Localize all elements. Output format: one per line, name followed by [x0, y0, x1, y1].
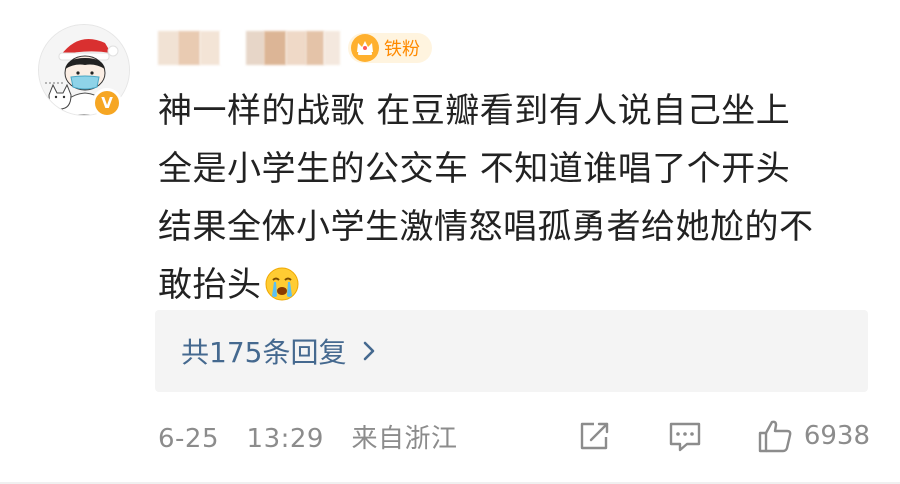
fan-badge-label: 铁粉	[384, 39, 420, 60]
replies-count-label: 共175条回复	[181, 336, 347, 369]
share-button[interactable]	[576, 417, 614, 455]
comment-line-last: 敢抬头	[158, 256, 858, 314]
view-replies-button[interactable]: 共175条回复	[155, 310, 868, 392]
crown-icon	[351, 34, 379, 62]
comment-line: 结果全体小学生激情怒唱孤勇者给她尬的不	[158, 207, 814, 247]
mosaic-block	[324, 31, 340, 65]
comment-footer: 6-25 13:29 来自浙江 6938	[158, 412, 870, 460]
like-count: 6938	[803, 421, 870, 451]
share-icon	[580, 422, 609, 450]
comment-bubble-icon	[669, 422, 701, 452]
user-name-masked[interactable]	[158, 30, 340, 66]
mosaic-gap	[220, 31, 246, 65]
mosaic-block	[178, 31, 200, 65]
comment-line-text: 敢抬头	[158, 265, 262, 305]
mosaic-block	[306, 31, 324, 65]
comment-body: 神一样的战歌 在豆瓣看到有人说自己坐上 全是小学生的公交车 不知道谁唱了个开头 …	[158, 82, 858, 314]
mosaic-block	[286, 31, 306, 65]
user-name-row: 铁粉	[158, 30, 432, 66]
replies-link[interactable]: 共175条回复	[181, 331, 384, 371]
comment-card: V 铁粉 神一样的战歌 在豆瓣看到有人说自己坐上 全是小学生的公交车 不知道谁唱…	[0, 0, 900, 484]
comment-date: 6-25	[158, 423, 220, 454]
chevron-right-icon	[364, 341, 375, 361]
comment-meta: 6-25 13:29 来自浙江	[158, 418, 458, 455]
like-button[interactable]: 6938	[756, 417, 870, 455]
comment-location: 来自浙江	[351, 423, 458, 454]
mosaic-block	[264, 31, 286, 65]
comment-actions: 6938	[576, 412, 870, 460]
verified-badge: V	[92, 88, 122, 118]
mosaic-block	[246, 31, 264, 65]
comment-time: 13:29	[246, 423, 324, 454]
thumbs-up-icon	[758, 420, 792, 453]
mosaic-block	[158, 31, 178, 65]
crying-face-emoji-icon	[265, 267, 298, 301]
comment-line: 全是小学生的公交车 不知道谁唱了个开头	[158, 149, 791, 189]
iron-fan-badge: 铁粉	[348, 33, 432, 63]
comment-line: 神一样的战歌 在豆瓣看到有人说自己坐上	[158, 91, 791, 131]
mosaic-block	[200, 31, 220, 65]
reply-button[interactable]	[666, 417, 704, 455]
